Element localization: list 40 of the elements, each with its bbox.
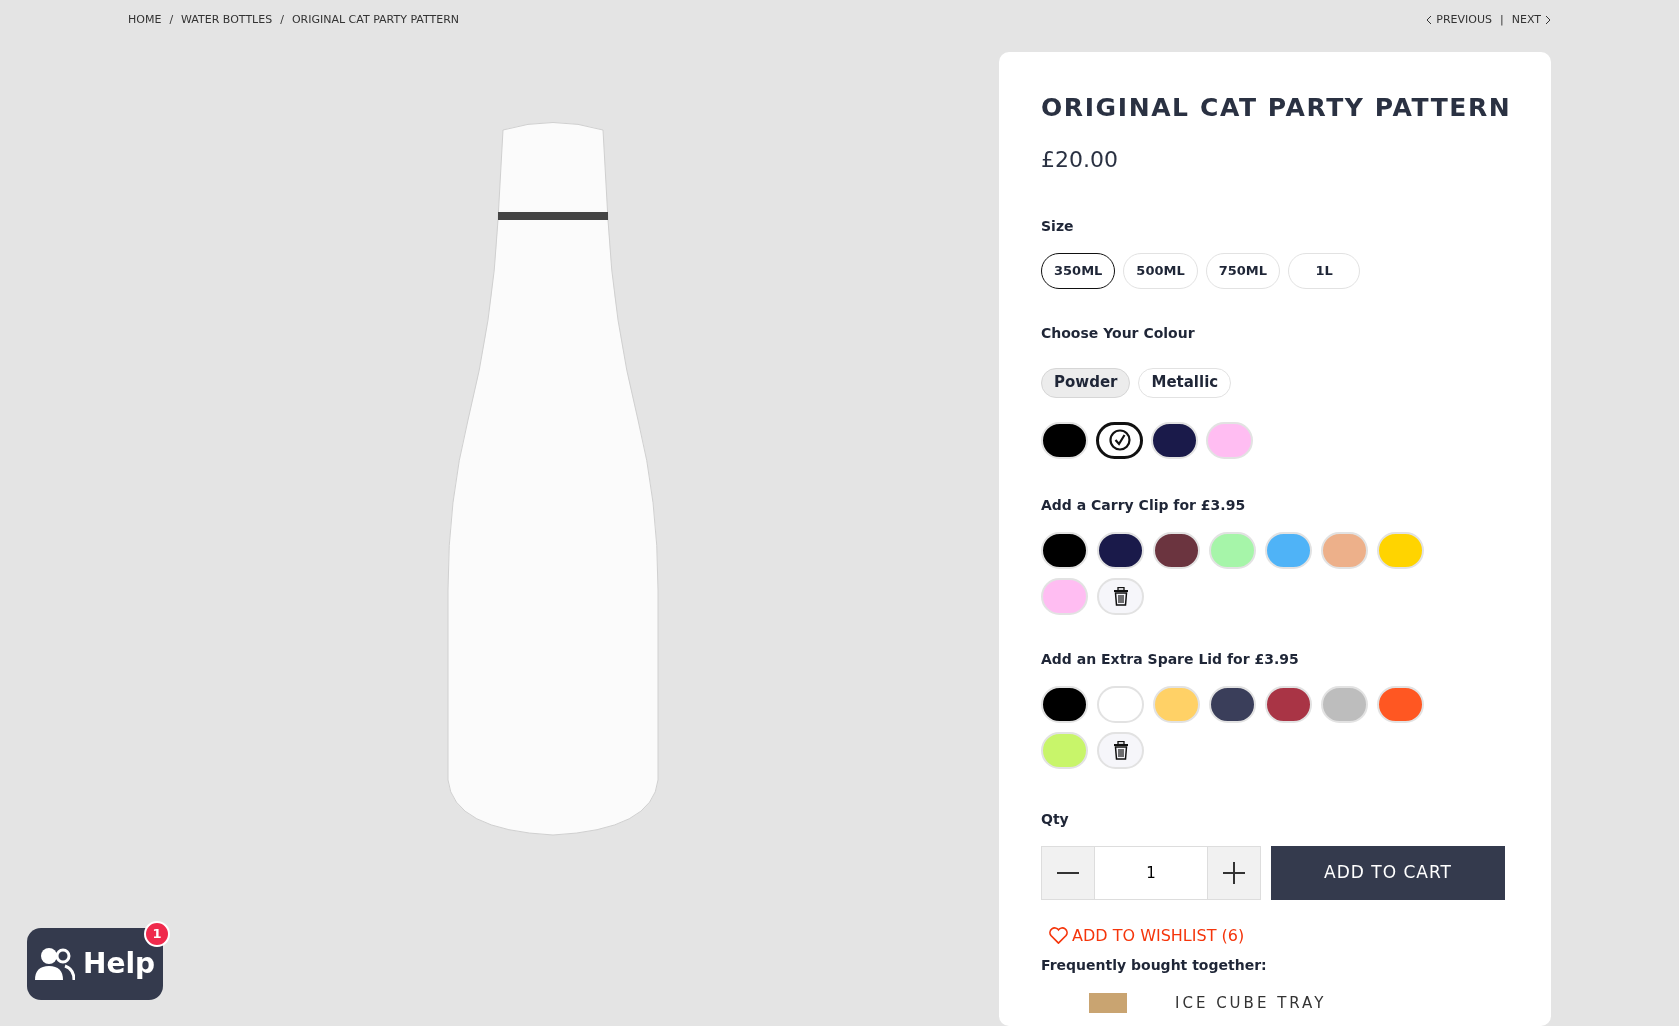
spare-lid-label: Add an Extra Spare Lid for £3.95 — [1041, 649, 1300, 669]
plus-icon — [1223, 861, 1245, 884]
breadcrumb-link[interactable]: WATER BOTTLES — [181, 11, 273, 29]
size-option[interactable]: 350ML — [1041, 252, 1116, 289]
size-option[interactable]: 750ML — [1205, 252, 1281, 289]
trash-icon — [1112, 586, 1129, 606]
colour-label: Choose Your Colour — [1041, 323, 1196, 343]
product-thumbnail — [1089, 993, 1127, 1014]
minus-icon — [1057, 871, 1079, 874]
breadcrumb-separator: / — [280, 11, 284, 28]
next-link[interactable]: NEXT — [1511, 11, 1551, 29]
frequently-bought-label: Frequently bought together: — [1041, 956, 1268, 975]
product-price: £20.00 — [1041, 145, 1119, 174]
notification-badge: 1 — [144, 921, 170, 947]
breadcrumb-link[interactable]: ORIGINAL CAT PARTY PATTERN — [291, 11, 460, 29]
trash-icon — [1112, 740, 1129, 760]
carry-clip-label: Add a Carry Clip for £3.95 — [1041, 495, 1247, 515]
qty-label: Qty — [1041, 809, 1070, 829]
finish-option[interactable]: Metallic — [1138, 367, 1232, 398]
heart-icon — [1049, 927, 1068, 944]
add-to-cart-button[interactable]: ADD TO CART — [1271, 845, 1505, 900]
colour-swatch[interactable] — [1096, 421, 1143, 459]
previous-link[interactable]: PREVIOUS — [1426, 11, 1493, 29]
finish-option[interactable]: Powder — [1041, 367, 1131, 398]
size-option[interactable]: 1L — [1288, 252, 1361, 289]
increase-button[interactable] — [1207, 845, 1261, 900]
size-label: Size — [1041, 216, 1075, 236]
breadcrumb-link[interactable]: HOME — [128, 11, 162, 29]
size-option[interactable]: 500ML — [1123, 252, 1198, 289]
wishlist-link[interactable]: ADD TO WISHLIST (6) — [1049, 923, 1245, 948]
breadcrumb-separator: / — [169, 11, 174, 28]
check-icon — [1108, 429, 1131, 451]
related-product-name[interactable]: ICE CUBE TRAY — [1175, 992, 1327, 1015]
remove-button[interactable] — [1097, 577, 1144, 615]
people-icon — [34, 947, 75, 981]
chevron-left-icon — [1426, 15, 1433, 25]
quantity-field[interactable]: 1 — [1095, 845, 1207, 900]
remove-button[interactable] — [1097, 731, 1144, 769]
chevron-right-icon — [1545, 15, 1551, 25]
pager-separator: | — [1500, 11, 1504, 28]
